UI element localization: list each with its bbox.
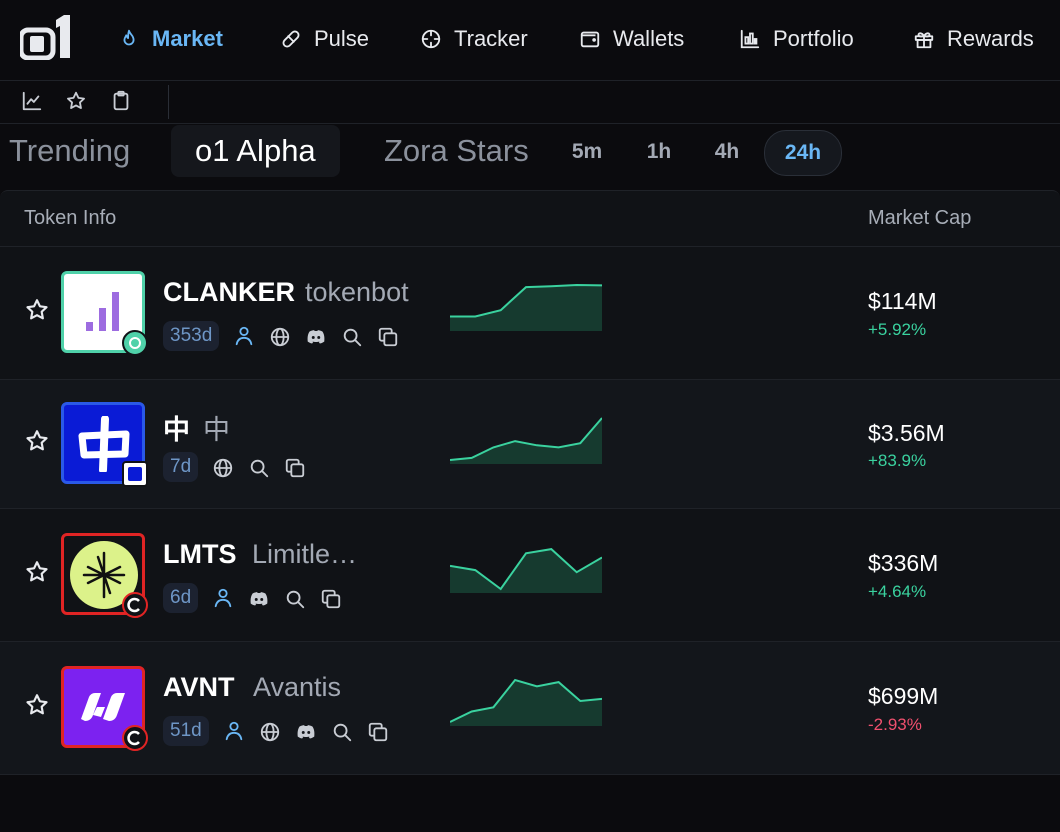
table-row[interactable]: LMTS Limitle… 6d $336M +4.64% <box>0 509 1060 642</box>
nav-label: Pulse <box>314 26 370 51</box>
pill-icon <box>282 30 300 48</box>
launchpad-badge <box>122 592 148 618</box>
globe-icon[interactable] <box>259 721 281 743</box>
nav-label: Tracker <box>454 26 528 51</box>
nav-portfolio[interactable]: Portfolio <box>739 22 854 56</box>
globe-icon[interactable] <box>212 457 234 479</box>
market-cap-value: $114M <box>868 288 937 314</box>
price-change: +4.64% <box>868 582 927 601</box>
price-change: +83.9% <box>868 451 927 470</box>
timeframe-24h[interactable]: 24h <box>764 130 842 176</box>
star-outline-icon[interactable] <box>24 297 50 323</box>
avantis-logo <box>81 693 125 721</box>
globe-icon[interactable] <box>269 326 291 348</box>
token-name: tokenbot <box>305 277 409 307</box>
token-name: Limitle… <box>252 539 358 569</box>
sparkline-area <box>450 285 602 331</box>
nav-label: Market <box>152 26 223 51</box>
table-row[interactable]: CLANKER tokenbot 353d $114M +5.92% <box>0 247 1060 380</box>
user-icon[interactable] <box>233 325 255 347</box>
toolbar-divider <box>168 85 169 119</box>
nav-label: Portfolio <box>773 26 854 51</box>
flame-icon <box>123 29 135 46</box>
copy-icon[interactable] <box>367 721 389 743</box>
wallet-icon <box>580 31 600 48</box>
header-market-cap[interactable]: Market Cap <box>868 207 971 230</box>
nav-pulse[interactable]: Pulse <box>280 22 369 56</box>
price-sparkline <box>450 548 602 593</box>
bar-chart-icon <box>740 29 760 49</box>
token-symbol[interactable]: AVNT <box>163 672 235 703</box>
market-cap-value: $3.56M <box>868 420 945 446</box>
nav-market[interactable]: Market <box>118 22 223 56</box>
discord-icon[interactable] <box>295 721 317 743</box>
o1-logo[interactable] <box>20 14 72 60</box>
token-avatar[interactable] <box>61 666 148 751</box>
token-name: Avantis <box>253 672 342 702</box>
launchpad-badge <box>122 330 148 356</box>
header-token-info: Token Info <box>24 207 117 229</box>
tab-o1-alpha[interactable]: o1 Alpha <box>171 125 340 177</box>
table-row[interactable]: 中 中 7d $3.56M +83.9% <box>0 380 1060 509</box>
token-age: 6d <box>163 583 199 613</box>
nav-tracker[interactable]: Tracker <box>420 22 528 56</box>
tab-trending[interactable]: Trending <box>9 125 130 177</box>
price-sparkline <box>450 678 602 726</box>
search-icon[interactable] <box>341 326 363 348</box>
chart-line-icon[interactable] <box>21 90 43 112</box>
user-icon[interactable] <box>223 720 245 742</box>
timeframe-4h[interactable]: 4h <box>704 130 750 174</box>
tab-zora-stars[interactable]: Zora Stars <box>384 125 529 177</box>
price-sparkline <box>450 283 602 331</box>
copy-icon[interactable] <box>284 457 306 479</box>
market-cap-value: $699M <box>868 683 939 709</box>
star-outline-icon[interactable] <box>65 90 87 112</box>
nav-rewards[interactable]: Rewards <box>913 22 1034 56</box>
launchpad-badge <box>122 461 148 487</box>
price-change: -2.93% <box>868 715 922 734</box>
star-outline-icon[interactable] <box>24 559 50 585</box>
token-symbol[interactable]: LMTS <box>163 539 237 570</box>
clipboard-icon[interactable] <box>110 90 132 112</box>
timeframe-1h[interactable]: 1h <box>636 130 682 174</box>
table-row[interactable]: AVNT Avantis 51d $699M -2.93% <box>0 642 1060 775</box>
search-icon[interactable] <box>284 588 306 610</box>
token-avatar[interactable] <box>61 271 148 356</box>
token-symbol[interactable]: CLANKER <box>163 277 295 308</box>
token-age: 51d <box>163 716 209 746</box>
discord-icon[interactable] <box>305 326 327 348</box>
copy-icon[interactable] <box>320 588 342 610</box>
nav-label: Rewards <box>947 26 1034 51</box>
price-change: +5.92% <box>868 320 927 339</box>
price-sparkline <box>450 417 602 464</box>
star-outline-icon[interactable] <box>24 692 50 718</box>
search-icon[interactable] <box>331 721 353 743</box>
star-outline-icon[interactable] <box>24 428 50 454</box>
token-symbol[interactable]: 中 <box>163 408 190 447</box>
user-icon[interactable] <box>212 587 234 609</box>
top-nav: Market Pulse Tracker Wallets Portfolio R… <box>0 0 1060 81</box>
table-header: Token Info Market Cap <box>0 191 1060 247</box>
discord-icon[interactable] <box>248 588 270 610</box>
nav-wallets[interactable]: Wallets <box>579 22 684 56</box>
market-cap-value: $336M <box>868 550 939 576</box>
toolbar <box>0 81 1060 124</box>
copy-icon[interactable] <box>377 326 399 348</box>
search-icon[interactable] <box>248 457 270 479</box>
token-avatar[interactable] <box>61 533 148 618</box>
clanker-logo <box>86 292 119 331</box>
sparkline-area <box>450 680 602 726</box>
token-name: 中 <box>203 415 230 445</box>
timeframe-5m[interactable]: 5m <box>562 130 612 174</box>
token-table: Token Info Market Cap CLANKER tokenbot 3… <box>0 190 1060 775</box>
token-age: 7d <box>163 452 199 482</box>
crosshair-icon <box>421 29 441 49</box>
gift-icon <box>914 32 934 49</box>
token-age: 353d <box>163 321 220 351</box>
launchpad-badge <box>122 725 148 751</box>
nav-label: Wallets <box>613 26 685 51</box>
token-avatar[interactable] <box>61 402 148 487</box>
